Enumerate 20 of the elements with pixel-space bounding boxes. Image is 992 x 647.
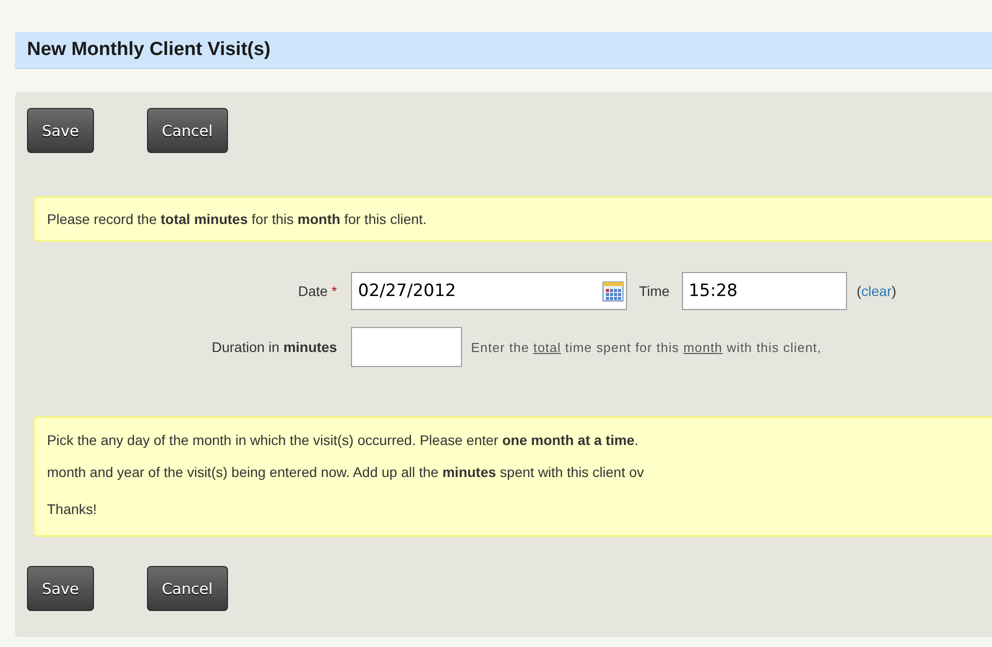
action-button[interactable]: Cancel xyxy=(146,566,228,611)
action-button[interactable]: Cancel xyxy=(146,108,228,153)
duration-label: Duration in minutes xyxy=(210,339,338,355)
note-text: Thanks! xyxy=(47,500,98,519)
page-title: New Monthly Client Visit(s) xyxy=(27,39,271,61)
note-text: Please record the total minutes for this month for this client. xyxy=(47,211,427,227)
calendar-icon[interactable] xyxy=(602,280,624,302)
clear-paren: ( xyxy=(856,283,862,299)
date-field[interactable]: 02/27/2012 xyxy=(351,272,627,310)
date-label: Date * xyxy=(297,283,338,299)
clear-link[interactable]: clear xyxy=(861,283,892,299)
time-field[interactable]: 15:28 xyxy=(682,272,847,310)
action-button[interactable]: Save xyxy=(27,108,94,153)
note-text: month and year of the visit(s) being entered now. Add up all the minutes spent with this client ov xyxy=(47,463,645,482)
time-label: Time xyxy=(639,283,670,299)
duration-field[interactable] xyxy=(351,327,462,367)
action-button[interactable]: Save xyxy=(27,566,94,611)
duration-hint: Enter the total time spent for this month with this client, xyxy=(471,340,822,354)
note-text: Pick the any day of the month in which the visit(s) occurred. Please enter one month at a time. xyxy=(47,431,640,450)
clear-paren: ) xyxy=(892,283,896,299)
